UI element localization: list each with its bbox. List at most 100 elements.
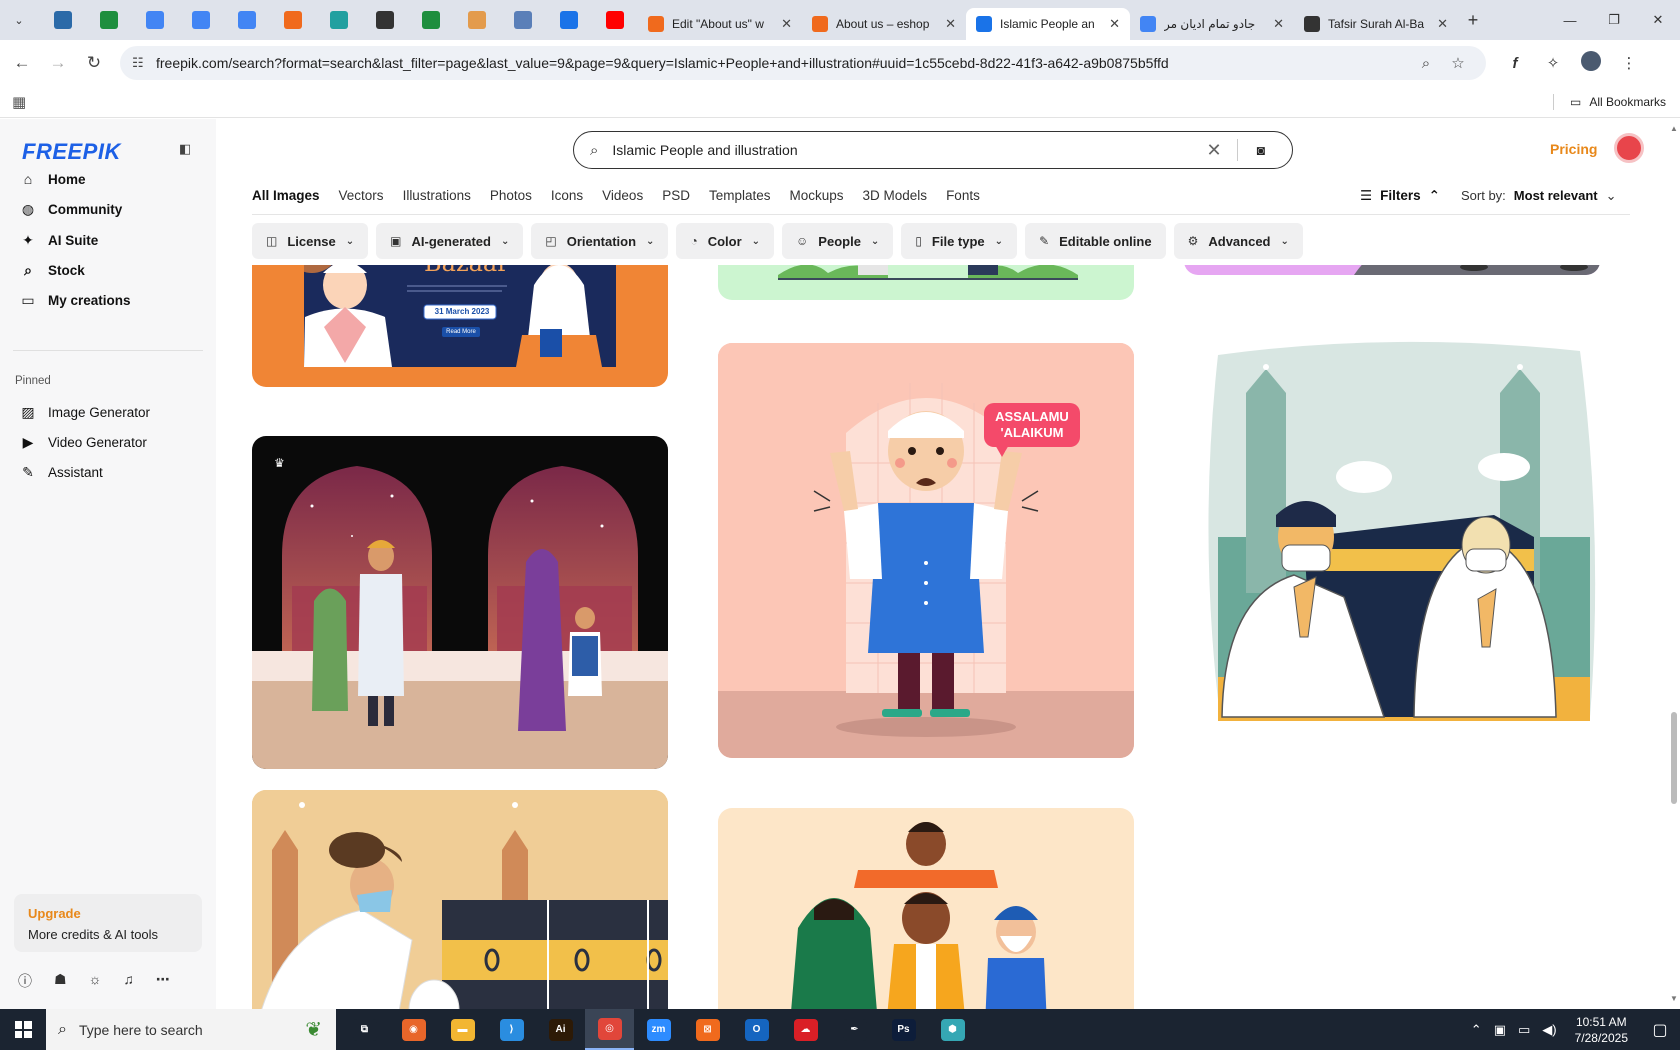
restore-icon[interactable]: ❐ — [1592, 0, 1636, 40]
taskbar-app-12[interactable]: ⬢ — [928, 1009, 977, 1050]
url-text[interactable]: freepik.com/search?format=search&last_fi… — [156, 55, 1410, 71]
image-card-diverse-family[interactable] — [718, 808, 1134, 1009]
discord-icon[interactable]: ☗ — [54, 971, 67, 991]
zoom-magnifier-icon[interactable]: ⌕ — [1410, 55, 1442, 72]
pinned-tab-3[interactable] — [178, 5, 224, 35]
filter-chip-file-type[interactable]: ▯ File type ⌄ — [901, 223, 1018, 259]
image-card-bazaar[interactable]: Bazaar 31 March 2023 Read More — [252, 265, 668, 387]
pinned-tab-8[interactable] — [408, 5, 454, 35]
sidebar-item-search[interactable]: ⌕ Stock — [20, 262, 85, 279]
tab-all-images[interactable]: All Images — [252, 188, 320, 213]
tab-illustrations[interactable]: Illustrations — [403, 188, 471, 213]
start-button[interactable] — [0, 1009, 46, 1050]
filter-chip-people[interactable]: ☺ People ⌄ — [782, 223, 894, 259]
filter-chip-ai-generated[interactable]: ▣ AI-generated ⌄ — [376, 223, 524, 259]
pinned-tab-1[interactable] — [86, 5, 132, 35]
network-icon[interactable]: ▣ — [1494, 1022, 1506, 1038]
sort-dropdown[interactable]: Sort by: Most relevant ⌄ — [1461, 188, 1617, 204]
all-bookmarks-button[interactable]: ▭ All Bookmarks — [1552, 94, 1666, 110]
browser-tab-2[interactable]: Islamic People an ✕ — [966, 8, 1130, 40]
image-card-purple-scene[interactable] — [1184, 265, 1600, 275]
taskbar-app-6[interactable]: zm — [634, 1009, 683, 1050]
tab-close-icon[interactable]: ✕ — [1273, 16, 1284, 32]
taskbar-clock[interactable]: 10:51 AM 7/28/2025 — [1575, 1014, 1628, 1046]
camera-search-icon[interactable]: ◙ — [1246, 142, 1276, 158]
volume-icon[interactable]: ◀) — [1542, 1022, 1556, 1038]
upgrade-card[interactable]: Upgrade More credits & AI tools — [14, 894, 202, 952]
taskbar-app-4[interactable]: Ai — [536, 1009, 585, 1050]
pinned-tab-7[interactable] — [362, 5, 408, 35]
image-card-pilgrim-kaaba[interactable] — [252, 790, 668, 1009]
minimize-icon[interactable]: — — [1548, 0, 1592, 40]
user-avatar[interactable] — [1614, 133, 1644, 163]
tab-psd[interactable]: PSD — [662, 188, 690, 213]
filters-button[interactable]: ☰ Filters ⌃ — [1360, 188, 1440, 204]
taskbar-app-5[interactable]: ◎ — [585, 1009, 634, 1050]
scrollbar-thumb[interactable] — [1671, 712, 1677, 804]
pricing-link[interactable]: Pricing — [1550, 141, 1597, 157]
sidebar-collapse-icon[interactable]: ◧ — [179, 141, 191, 157]
tab-close-icon[interactable]: ✕ — [1437, 16, 1448, 32]
filter-chip-orientation[interactable]: ◰ Orientation ⌄ — [531, 223, 669, 259]
notification-bell-icon[interactable]: ♫ — [123, 971, 134, 991]
help-icon[interactable]: ⓘ — [18, 971, 32, 991]
apps-grid-icon[interactable]: ▦ — [12, 93, 26, 111]
filter-chip-license[interactable]: ◫ License ⌄ — [252, 223, 369, 259]
taskbar-app-2[interactable]: ▬ — [438, 1009, 487, 1050]
page-scrollbar[interactable]: ▲ ▼ — [1668, 122, 1680, 1007]
tab-close-icon[interactable]: ✕ — [945, 16, 956, 32]
profile-avatar[interactable] — [1572, 51, 1610, 75]
search-input[interactable]: Islamic People and illustration — [612, 142, 1199, 158]
browser-tab-1[interactable]: About us – eshop ✕ — [802, 8, 966, 40]
bookmark-star-icon[interactable]: ☆ — [1442, 54, 1474, 72]
scroll-down-icon[interactable]: ▼ — [1670, 994, 1678, 1003]
tab-videos[interactable]: Videos — [602, 188, 643, 213]
scroll-up-icon[interactable]: ▲ — [1670, 124, 1678, 133]
taskbar-app-3[interactable]: ⟩ — [487, 1009, 536, 1050]
monitor-icon[interactable]: ▭ — [1518, 1022, 1530, 1038]
filter-chip-editable-online[interactable]: ✎ Editable online — [1025, 223, 1166, 259]
search-bar[interactable]: ⌕ Islamic People and illustration ✕ ◙ — [573, 131, 1293, 169]
address-bar[interactable]: ☷ freepik.com/search?format=search&last_… — [120, 46, 1486, 80]
taskbar-app-11[interactable]: Ps — [879, 1009, 928, 1050]
pinned-tab-5[interactable] — [270, 5, 316, 35]
sidebar-pinned-chat[interactable]: ✎ Assistant — [20, 464, 103, 481]
more-options-icon[interactable]: ⋯ — [156, 971, 170, 991]
taskbar-app-10[interactable]: ✒ — [830, 1009, 879, 1050]
back-arrow-icon[interactable]: ← — [4, 47, 40, 79]
pinned-tab-11[interactable] — [546, 5, 592, 35]
browser-tab-3[interactable]: جادو تمام ادیان مر ✕ — [1130, 8, 1294, 40]
pinned-tab-0[interactable] — [40, 5, 86, 35]
pinned-tab-6[interactable] — [316, 5, 362, 35]
pinned-tab-2[interactable] — [132, 5, 178, 35]
sidebar-pinned-video[interactable]: ▶ Video Generator — [20, 434, 147, 451]
taskbar-app-1[interactable]: ◉ — [389, 1009, 438, 1050]
tab-mockups[interactable]: Mockups — [790, 188, 844, 213]
pinned-tab-10[interactable] — [500, 5, 546, 35]
tab-fonts[interactable]: Fonts — [946, 188, 980, 213]
browser-tab-0[interactable]: Edit "About us" w ✕ — [638, 8, 802, 40]
browser-tab-4[interactable]: Tafsir Surah Al-Ba ✕ — [1294, 8, 1458, 40]
tab-templates[interactable]: Templates — [709, 188, 771, 213]
tab-close-icon[interactable]: ✕ — [781, 16, 792, 32]
taskbar-app-7[interactable]: ⊠ — [683, 1009, 732, 1050]
taskbar-app-0[interactable]: ⧉ — [340, 1009, 389, 1050]
clear-search-icon[interactable]: ✕ — [1199, 140, 1229, 161]
taskbar-app-8[interactable]: O — [732, 1009, 781, 1050]
site-settings-icon[interactable]: ☷ — [132, 55, 156, 71]
new-tab-plus-icon[interactable]: + — [1458, 10, 1488, 31]
tab-photos[interactable]: Photos — [490, 188, 532, 213]
notifications-icon[interactable]: ▢ — [1640, 1020, 1680, 1040]
tab-vectors[interactable]: Vectors — [339, 188, 384, 213]
sidebar-pinned-image[interactable]: ▨ Image Generator — [20, 404, 150, 421]
tab-icons[interactable]: Icons — [551, 188, 583, 213]
taskbar-search-box[interactable]: ⌕ Type here to search ❦ — [46, 1009, 336, 1050]
tab-3d-models[interactable]: 3D Models — [863, 188, 928, 213]
tab-close-icon[interactable]: ✕ — [1109, 16, 1120, 32]
sidebar-item-home[interactable]: ⌂ Home — [20, 171, 86, 187]
forward-arrow-icon[interactable]: → — [40, 47, 76, 79]
filter-chip-advanced[interactable]: ⚙ Advanced ⌄ — [1173, 223, 1303, 259]
close-window-icon[interactable]: ✕ — [1636, 0, 1680, 40]
pinned-tab-4[interactable] — [224, 5, 270, 35]
image-card-assalamu-boy[interactable]: ASSALAMU 'ALAIKUM — [718, 343, 1134, 758]
